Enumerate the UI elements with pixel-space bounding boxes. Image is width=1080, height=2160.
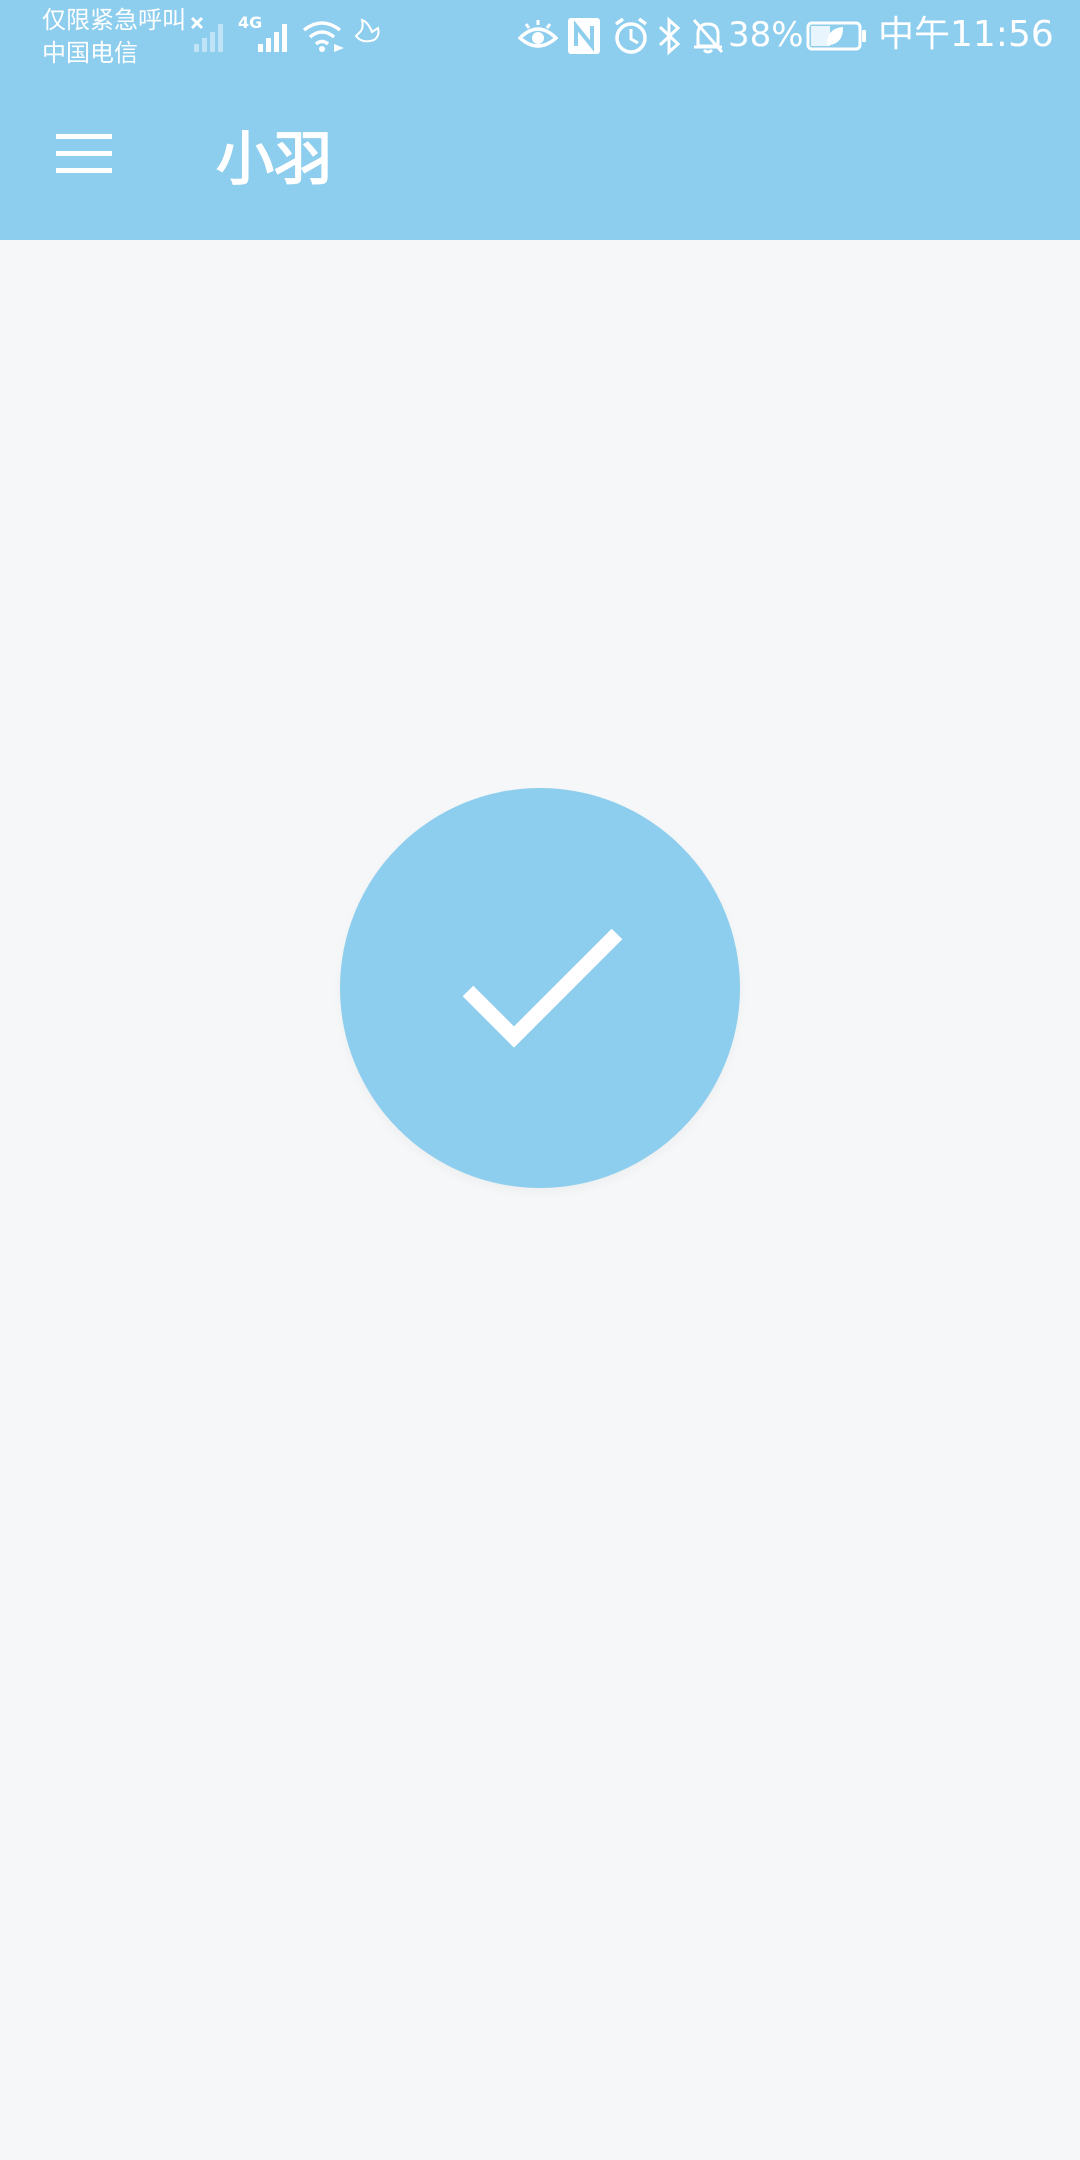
status-clock: 中午11:56	[878, 14, 1054, 55]
success-indicator	[340, 788, 740, 1188]
main-content	[0, 240, 1080, 2160]
carrier-name: 中国电信	[42, 39, 138, 67]
check-icon	[462, 928, 623, 1048]
signal-4g-icon	[258, 24, 287, 52]
menu-button[interactable]	[44, 122, 124, 192]
app-header: 仅限紧急呼叫 中国电信 4G 38% 中午11:56 小羽	[0, 0, 1080, 240]
wifi-icon	[302, 21, 344, 52]
no-signal-icon	[190, 16, 223, 52]
nfc-icon	[568, 18, 600, 54]
mute-icon	[692, 19, 724, 54]
menu-icon	[56, 134, 112, 173]
status-bar: 仅限紧急呼叫 中国电信 4G 38% 中午11:56	[0, 0, 1080, 72]
carrier-status-text: 仅限紧急呼叫	[42, 6, 186, 34]
alarm-icon	[614, 17, 648, 54]
eye-icon	[518, 20, 558, 48]
battery-icon	[806, 21, 866, 51]
bird-icon	[354, 18, 380, 43]
app-title: 小羽	[216, 125, 333, 193]
battery-percentage: 38%	[728, 15, 804, 55]
bluetooth-icon	[658, 16, 681, 56]
